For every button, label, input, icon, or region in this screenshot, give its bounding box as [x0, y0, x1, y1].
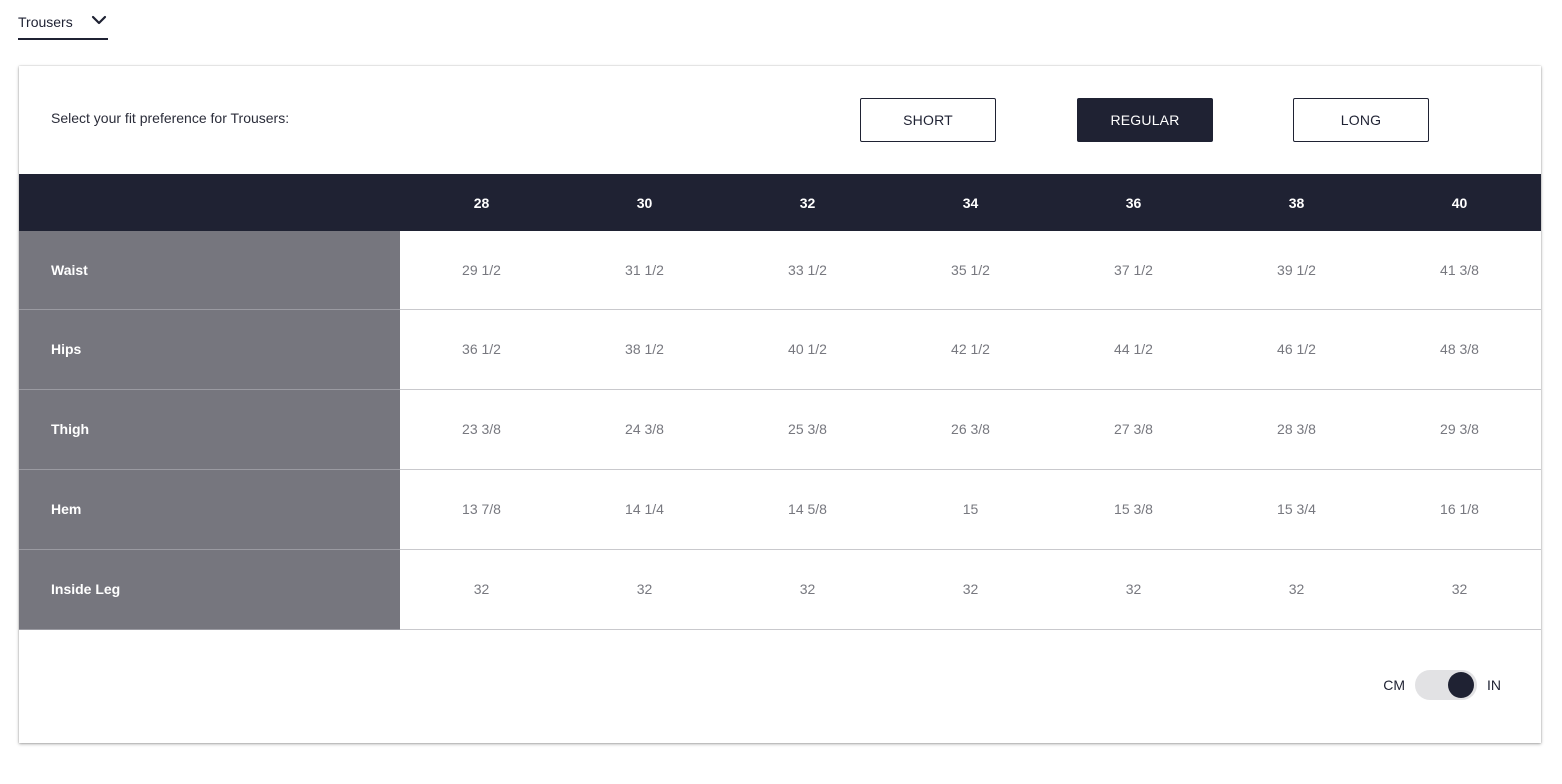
table-row: Inside Leg 32 32 32 32 32 32 32 [19, 549, 1541, 630]
measurement-cell: 15 3/8 [1052, 469, 1215, 550]
measurement-cell: 23 3/8 [400, 389, 563, 470]
row-label-hem: Hem [19, 469, 400, 550]
row-label-waist: Waist [19, 231, 400, 310]
measurement-cell: 32 [1378, 549, 1541, 630]
size-header-cell: 34 [962, 194, 979, 211]
measurement-cell: 44 1/2 [1052, 309, 1215, 390]
measurement-cell: 29 1/2 [400, 231, 563, 310]
measurement-cell: 29 3/8 [1378, 389, 1541, 470]
header-corner-cell [19, 174, 400, 231]
size-header-cell: 38 [1288, 194, 1305, 211]
measurement-cell: 32 [1215, 549, 1378, 630]
size-header-cell: 36 [1125, 194, 1142, 211]
measurement-cell: 28 3/8 [1215, 389, 1378, 470]
measurement-cell: 26 3/8 [889, 389, 1052, 470]
measurement-cell: 32 [563, 549, 726, 630]
size-chart-table: 28 30 32 34 36 38 40 Waist 29 1/2 31 1/2… [19, 174, 1541, 630]
measurement-cell: 37 1/2 [1052, 231, 1215, 310]
measurement-cell: 27 3/8 [1052, 389, 1215, 470]
measurement-cell: 31 1/2 [563, 231, 726, 310]
fit-long-button[interactable]: LONG [1293, 98, 1429, 142]
measurement-cell: 40 1/2 [726, 309, 889, 390]
size-header-cell: 30 [636, 194, 653, 211]
measurement-cell: 41 3/8 [1378, 231, 1541, 310]
measurement-cell: 32 [889, 549, 1052, 630]
measurement-cell: 32 [400, 549, 563, 630]
measurement-cell: 38 1/2 [563, 309, 726, 390]
measurement-cell: 32 [1052, 549, 1215, 630]
size-header-cell: 40 [1451, 194, 1468, 211]
measurement-cell: 35 1/2 [889, 231, 1052, 310]
unit-toggle: CM IN [1383, 670, 1501, 700]
measurement-cell: 14 5/8 [726, 469, 889, 550]
measurement-cell: 48 3/8 [1378, 309, 1541, 390]
size-header-cell: 28 [473, 194, 490, 211]
table-row: Waist 29 1/2 31 1/2 33 1/2 35 1/2 37 1/2… [19, 231, 1541, 310]
size-header-cell: 32 [799, 194, 816, 211]
measurement-cell: 25 3/8 [726, 389, 889, 470]
fit-short-button[interactable]: SHORT [860, 98, 996, 142]
chevron-down-icon [91, 15, 107, 25]
measurement-cell: 24 3/8 [563, 389, 726, 470]
row-label-inside-leg: Inside Leg [19, 549, 400, 630]
measurement-cell: 16 1/8 [1378, 469, 1541, 550]
table-row: Hips 36 1/2 38 1/2 40 1/2 42 1/2 44 1/2 … [19, 309, 1541, 390]
unit-switch-knob [1448, 672, 1474, 698]
fit-preference-prompt: Select your fit preference for Trousers: [51, 110, 290, 126]
row-label-thigh: Thigh [19, 389, 400, 470]
unit-label-cm[interactable]: CM [1383, 677, 1405, 693]
size-guide-panel: Select your fit preference for Trousers:… [19, 66, 1541, 743]
table-row: Thigh 23 3/8 24 3/8 25 3/8 26 3/8 27 3/8… [19, 389, 1541, 470]
unit-label-in[interactable]: IN [1487, 677, 1501, 693]
measurement-cell: 13 7/8 [400, 469, 563, 550]
measurement-cell: 39 1/2 [1215, 231, 1378, 310]
measurement-cell: 32 [726, 549, 889, 630]
category-dropdown[interactable]: Trousers [18, 6, 108, 40]
table-row: Hem 13 7/8 14 1/4 14 5/8 15 15 3/8 15 3/… [19, 469, 1541, 550]
size-header-row: 28 30 32 34 36 38 40 [19, 174, 1541, 231]
unit-switch[interactable] [1415, 670, 1477, 700]
row-label-hips: Hips [19, 309, 400, 390]
measurement-cell: 36 1/2 [400, 309, 563, 390]
measurement-cell: 46 1/2 [1215, 309, 1378, 390]
measurement-cell: 42 1/2 [889, 309, 1052, 390]
category-dropdown-label: Trousers [18, 14, 73, 30]
fit-regular-button[interactable]: REGULAR [1077, 98, 1213, 142]
measurement-cell: 15 3/4 [1215, 469, 1378, 550]
measurement-cell: 33 1/2 [726, 231, 889, 310]
measurement-cell: 14 1/4 [563, 469, 726, 550]
fit-preference-row: Select your fit preference for Trousers:… [19, 66, 1541, 174]
measurement-cell: 15 [889, 469, 1052, 550]
